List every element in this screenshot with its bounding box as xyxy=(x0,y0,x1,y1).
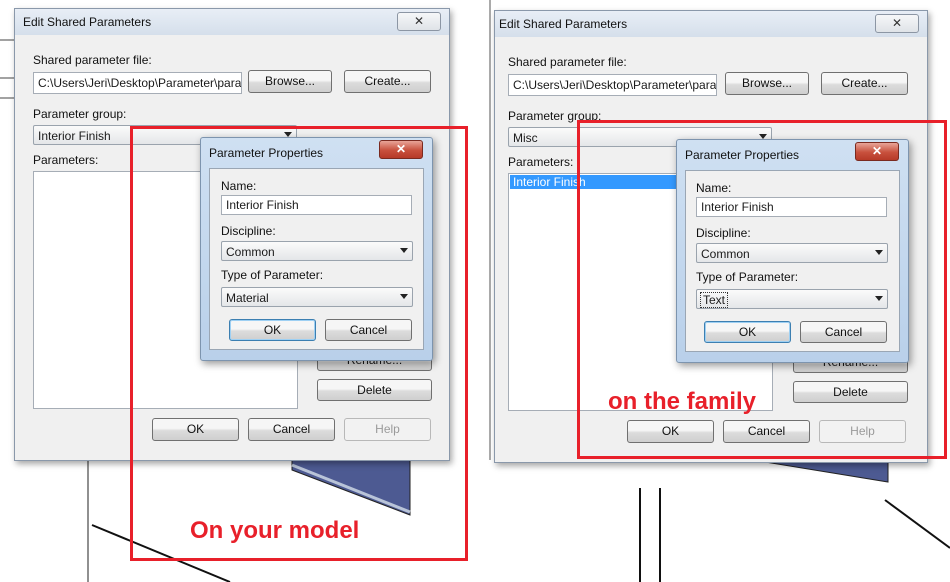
browse-button[interactable]: Browse... xyxy=(248,70,332,93)
shared-file-label: Shared parameter file: xyxy=(33,53,152,67)
parameter-group-label: Parameter group: xyxy=(33,107,127,121)
parameters-label: Parameters: xyxy=(33,153,99,167)
close-icon[interactable]: ✕ xyxy=(397,12,441,31)
shared-file-field[interactable]: C:\Users\Jeri\Desktop\Parameter\parame xyxy=(508,74,717,96)
browse-button[interactable]: Browse... xyxy=(725,72,809,95)
annotation-text-right: on the family xyxy=(608,388,757,415)
dialog-title: Edit Shared Parameters xyxy=(499,17,628,31)
parameter-group-value: Misc xyxy=(513,131,538,145)
annotation-box-left xyxy=(130,126,468,561)
create-button[interactable]: Create... xyxy=(344,70,431,93)
parameter-group-value: Interior Finish xyxy=(38,129,111,143)
shared-file-label: Shared parameter file: xyxy=(508,55,627,69)
create-button[interactable]: Create... xyxy=(821,72,908,95)
annotation-text-left: On your model xyxy=(190,517,360,544)
title-bar: Edit Shared Parameters ✕ xyxy=(495,11,927,37)
parameters-label: Parameters: xyxy=(508,155,574,169)
close-icon[interactable]: ✕ xyxy=(875,14,919,33)
title-bar: Edit Shared Parameters ✕ xyxy=(15,9,449,35)
shared-file-field[interactable]: C:\Users\Jeri\Desktop\Parameter\parame xyxy=(33,72,242,94)
dialog-title: Edit Shared Parameters xyxy=(23,15,152,29)
